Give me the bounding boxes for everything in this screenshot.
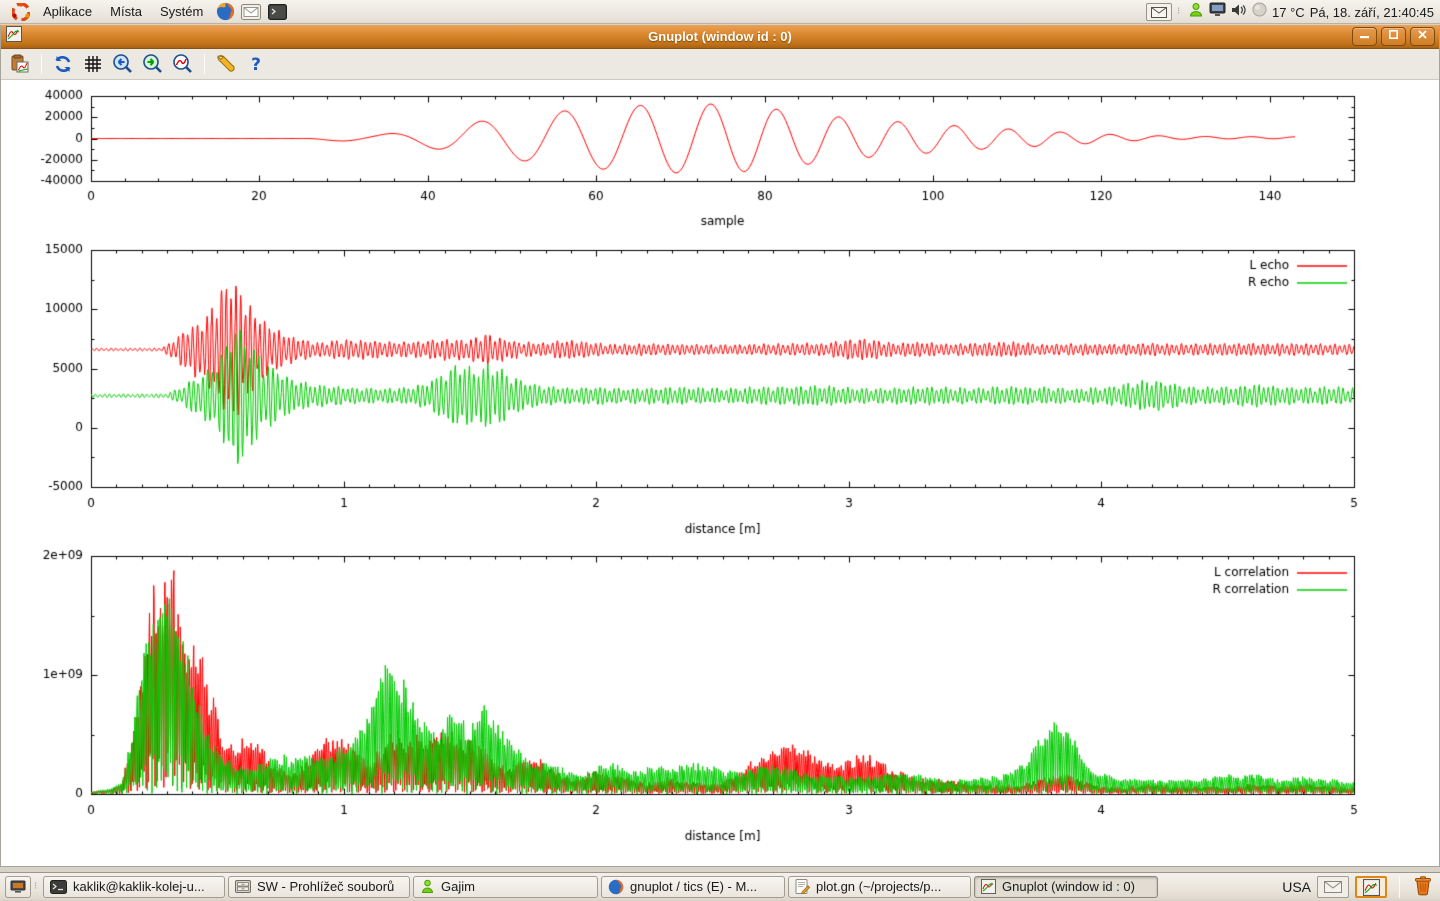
volume-icon[interactable] [1231,3,1247,22]
show-desktop-button[interactable] [5,876,31,898]
gajim-icon [420,879,435,894]
task-text-editor[interactable]: plot.gn (~/projects/p... [788,876,971,898]
toolbar-separator [41,54,42,74]
toolbar: ? [1,49,1439,80]
copy-icon[interactable] [7,51,33,77]
task-label: Gnuplot (window id : 0) [1002,879,1135,894]
settings-wrench-icon[interactable] [213,51,239,77]
taskbar-handle[interactable]: ⁝ [34,885,40,889]
zoom-previous-icon[interactable] [110,51,136,77]
grid-icon[interactable] [80,51,106,77]
menu-applications[interactable]: Aplikace [34,1,101,22]
ubuntu-logo-icon[interactable] [10,1,32,23]
task-terminal[interactable]: kaklik@kaklik-kolej-u... [43,876,225,898]
temperature-label[interactable]: 17 °C [1272,5,1305,20]
tray-handle[interactable]: ⁝ [1177,10,1183,14]
weather-icon[interactable] [1252,2,1267,22]
terminal-icon[interactable] [266,1,288,23]
firefox-icon[interactable] [214,1,236,23]
task-gnuplot[interactable]: Gnuplot (window id : 0) [974,876,1158,898]
window-title: Gnuplot (window id : 0) [1,29,1439,44]
top-panel: Aplikace Místa Systém [0,0,1440,24]
maximize-button[interactable] [1381,27,1406,46]
help-icon[interactable]: ? [243,51,269,77]
menu-places[interactable]: Místa [101,1,151,22]
gajim-status-icon[interactable] [1188,2,1204,23]
unzoom-icon[interactable] [170,51,196,77]
minimize-button[interactable] [1352,27,1377,46]
firefox-icon [608,879,624,895]
gnuplot-tray-icon[interactable] [1355,876,1387,898]
refresh-icon[interactable] [50,51,76,77]
titlebar[interactable]: Gnuplot (window id : 0) [1,25,1439,49]
taskbar-separator [1399,876,1400,898]
mail-icon[interactable] [240,1,262,23]
task-label: plot.gn (~/projects/p... [816,879,941,894]
clock[interactable]: Pá, 18. září, 21:40:45 [1310,5,1434,20]
zoom-next-icon[interactable] [140,51,166,77]
gnuplot-window: Gnuplot (window id : 0) [0,25,1440,867]
terminal-icon [50,880,67,894]
task-label: SW - Prohlížeč souborů [257,879,394,894]
svg-text:?: ? [251,55,261,74]
task-firefox[interactable]: gnuplot / tics (E) - M... [601,876,785,898]
menu-system[interactable]: Systém [151,1,212,22]
file-manager-icon [235,880,251,893]
gnuplot-icon [981,879,996,894]
close-button[interactable] [1410,27,1435,46]
task-label: Gajim [441,879,475,894]
toolbar-separator [204,54,205,74]
display-icon[interactable] [1209,2,1226,22]
task-label: kaklik@kaklik-kolej-u... [73,879,205,894]
text-editor-icon [795,879,810,894]
task-gajim[interactable]: Gajim [413,876,598,898]
mail-tray-icon[interactable] [1317,876,1349,898]
task-label: gnuplot / tics (E) - M... [630,879,757,894]
task-file-manager[interactable]: SW - Prohlížeč souborů [228,876,410,898]
mail-notification-icon[interactable] [1146,3,1172,21]
plot-area [1,80,1439,866]
gnuplot-canvas[interactable] [1,80,1439,866]
taskbar: ⁝ kaklik@kaklik-kolej-u... SW - Prohlíže… [0,872,1440,900]
trash-icon[interactable] [1412,874,1434,901]
keyboard-layout-indicator[interactable]: USA [1282,879,1311,895]
